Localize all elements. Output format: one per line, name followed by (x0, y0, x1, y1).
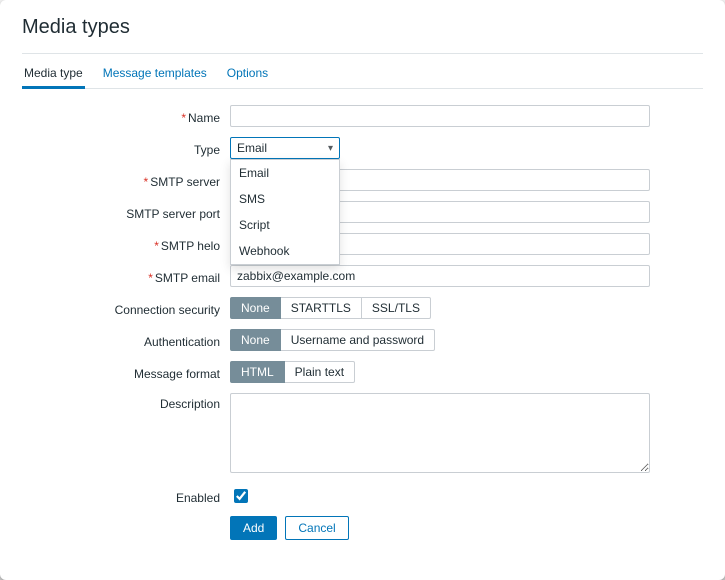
enabled-checkbox[interactable] (234, 489, 248, 503)
type-option-sms[interactable]: SMS (231, 186, 339, 212)
form-buttons: Add Cancel (230, 516, 703, 540)
label-enabled-text: Enabled (176, 491, 220, 505)
tab-message-templates[interactable]: Message templates (101, 62, 209, 88)
type-selected-value: Email (237, 141, 267, 155)
label-smtp-helo: *SMTP helo (22, 235, 230, 253)
chevron-down-icon: ▾ (328, 143, 333, 154)
type-option-webhook[interactable]: Webhook (231, 238, 339, 264)
type-select[interactable]: Email ▾ (230, 137, 340, 159)
page-title: Media types (22, 14, 703, 45)
label-name-text: Name (188, 111, 220, 125)
label-connection-security: Connection security (22, 299, 230, 317)
label-smtp-email: *SMTP email (22, 267, 230, 285)
tab-options[interactable]: Options (225, 62, 270, 88)
media-type-form: *Name Type Email ▾ Email SMS (22, 101, 703, 540)
message-format-group: HTML Plain text (230, 361, 703, 383)
required-marker: * (181, 111, 186, 125)
msgfmt-html[interactable]: HTML (230, 361, 285, 383)
label-authentication-text: Authentication (144, 335, 220, 349)
conn-sec-starttls[interactable]: STARTTLS (281, 297, 362, 319)
cancel-button[interactable]: Cancel (285, 516, 348, 540)
label-smtp-server-text: SMTP server (150, 175, 220, 189)
label-connection-security-text: Connection security (115, 303, 220, 317)
label-type: Type (22, 139, 230, 157)
authentication-group: None Username and password (230, 329, 703, 351)
type-dropdown: Email SMS Script Webhook (230, 159, 340, 265)
label-smtp-email-text: SMTP email (155, 271, 220, 285)
add-button[interactable]: Add (230, 516, 277, 540)
type-option-script[interactable]: Script (231, 212, 339, 238)
spacer (22, 516, 230, 520)
label-authentication: Authentication (22, 331, 230, 349)
auth-none[interactable]: None (230, 329, 281, 351)
type-option-email[interactable]: Email (231, 160, 339, 186)
name-input[interactable] (230, 105, 650, 127)
label-description-text: Description (160, 397, 220, 411)
smtp-email-input[interactable] (230, 265, 650, 287)
connection-security-group: None STARTTLS SSL/TLS (230, 297, 703, 319)
description-textarea[interactable] (230, 393, 650, 473)
label-smtp-server: *SMTP server (22, 171, 230, 189)
required-marker: * (154, 239, 159, 253)
msgfmt-plain[interactable]: Plain text (285, 361, 355, 383)
required-marker: * (144, 175, 149, 189)
conn-sec-ssltls[interactable]: SSL/TLS (362, 297, 431, 319)
label-smtp-server-port-text: SMTP server port (126, 207, 220, 221)
label-message-format: Message format (22, 363, 230, 381)
label-enabled: Enabled (22, 487, 230, 505)
required-marker: * (148, 271, 153, 285)
label-smtp-helo-text: SMTP helo (161, 239, 220, 253)
label-message-format-text: Message format (134, 367, 220, 381)
tabs: Media type Message templates Options (22, 54, 703, 89)
label-description: Description (22, 393, 230, 411)
conn-sec-none[interactable]: None (230, 297, 281, 319)
label-name: *Name (22, 107, 230, 125)
label-type-text: Type (194, 143, 220, 157)
label-smtp-server-port: SMTP server port (22, 203, 230, 221)
auth-userpass[interactable]: Username and password (281, 329, 435, 351)
tab-media-type[interactable]: Media type (22, 62, 85, 89)
